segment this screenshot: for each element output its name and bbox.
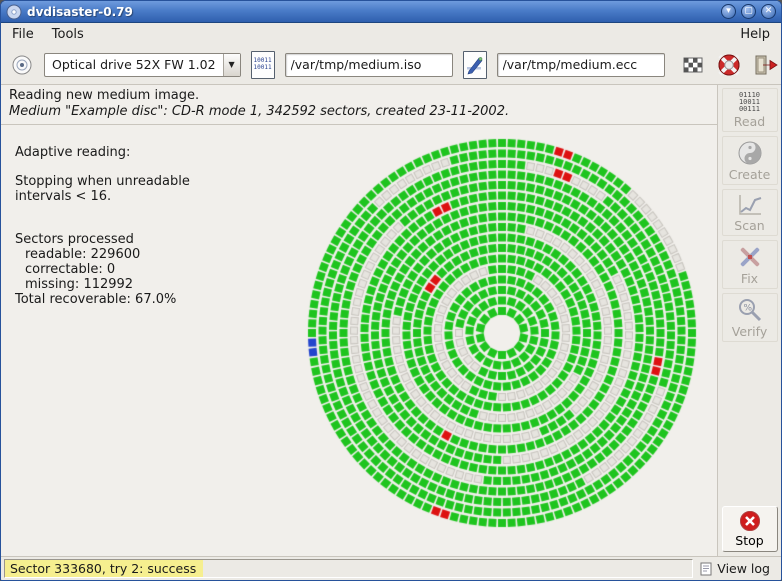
view-log-button[interactable]: View log: [696, 559, 778, 578]
read-button[interactable]: 01110 10011 00111 Read: [722, 88, 778, 132]
ecc-file-button[interactable]: [460, 50, 490, 80]
preferences-button[interactable]: [679, 50, 707, 80]
help-button[interactable]: [714, 50, 744, 80]
create-icon: [737, 140, 763, 166]
scan-icon: [737, 193, 763, 217]
verify-icon: %: [737, 297, 763, 323]
stopping-line-1: Stopping when unreadable: [15, 174, 190, 189]
stopping-line-2: intervals < 16.: [15, 189, 190, 204]
spacer: [15, 218, 190, 232]
correctable-label: correctable:: [25, 262, 103, 277]
drive-icon: [10, 53, 34, 77]
status-line-1: Reading new medium image.: [9, 88, 709, 103]
iso-icon-digits-2: 10011: [254, 65, 272, 71]
reading-area: Adaptive reading: Stopping when unreadab…: [1, 125, 717, 556]
app-window: dvdisaster-0.79 ▾ ▢ ✕ File Tools Help Op…: [0, 0, 782, 581]
correctable-value: 0: [107, 262, 115, 277]
ecc-file-icon: [463, 51, 487, 79]
missing-value: 112992: [83, 277, 133, 292]
lifebuoy-icon: [717, 53, 741, 77]
total-recoverable-row: Total recoverable: 67.0%: [15, 292, 190, 307]
quit-icon: [754, 53, 778, 77]
adaptive-reading-title: Adaptive reading:: [15, 145, 190, 160]
iso-file-icon: 10011 10011: [251, 51, 275, 79]
correctable-row: correctable: 0: [15, 262, 190, 277]
status-strip: Reading new medium image. Medium "Exampl…: [1, 85, 717, 125]
statusbar-message: Sector 333680, try 2: success: [5, 560, 203, 578]
view-log-label: View log: [717, 561, 770, 576]
close-button[interactable]: ✕: [761, 4, 776, 19]
fix-button-label: Fix: [741, 271, 758, 286]
app-icon: [6, 4, 22, 20]
toolbar: Optical drive 52X FW 1.02 ▼ 10011 10011: [1, 45, 781, 85]
stop-button[interactable]: Stop: [722, 506, 778, 552]
minimize-button[interactable]: ▾: [721, 4, 736, 19]
drive-combobox-value: Optical drive 52X FW 1.02: [45, 57, 223, 72]
readable-row: readable: 229600: [15, 247, 190, 262]
stop-button-label: Stop: [735, 533, 763, 548]
fix-icon: [737, 244, 763, 270]
quit-button[interactable]: [751, 50, 781, 80]
create-button-label: Create: [729, 167, 771, 182]
fix-button[interactable]: Fix: [722, 240, 778, 289]
total-recoverable-label: Total recoverable:: [15, 292, 131, 307]
maximize-button[interactable]: ▢: [741, 4, 756, 19]
readable-value: 229600: [91, 247, 141, 262]
drive-combobox[interactable]: Optical drive 52X FW 1.02 ▼: [44, 53, 241, 77]
create-button[interactable]: Create: [722, 136, 778, 185]
menu-file[interactable]: File: [3, 25, 43, 44]
read-button-label: Read: [734, 114, 765, 129]
stop-icon: [739, 510, 761, 532]
iso-path-input[interactable]: [285, 53, 453, 77]
chevron-down-icon[interactable]: ▼: [223, 54, 240, 76]
sectors-processed-title: Sectors processed: [15, 232, 190, 247]
menu-help[interactable]: Help: [731, 25, 779, 44]
window-title: dvdisaster-0.79: [27, 5, 716, 19]
left-column: Reading new medium image. Medium "Exampl…: [1, 85, 717, 556]
statusbar-message-cell: Sector 333680, try 2: success: [4, 559, 693, 578]
missing-row: missing: 112992: [15, 277, 190, 292]
total-recoverable-value: 67.0%: [135, 292, 176, 307]
preferences-icon: [682, 54, 704, 76]
readable-label: readable:: [25, 247, 86, 262]
read-icon: 01110 10011 00111: [739, 92, 760, 113]
log-icon: [700, 562, 713, 576]
statusbar: Sector 333680, try 2: success View log: [1, 556, 781, 580]
drive-select-button[interactable]: [7, 50, 37, 80]
iso-file-button[interactable]: 10011 10011: [248, 50, 278, 80]
body-row: Reading new medium image. Medium "Exampl…: [1, 85, 781, 556]
svg-text:%: %: [743, 304, 752, 314]
verify-button[interactable]: % Verify: [722, 293, 778, 342]
menu-tools[interactable]: Tools: [43, 25, 93, 44]
disc-sector-spiral: [284, 125, 717, 553]
status-line-2: Medium "Example disc": CD-R mode 1, 3425…: [9, 104, 709, 119]
scan-button-label: Scan: [734, 218, 764, 233]
missing-label: missing:: [25, 277, 79, 292]
spacer: [15, 204, 190, 218]
verify-button-label: Verify: [732, 324, 767, 339]
spacer: [15, 160, 190, 174]
titlebar: dvdisaster-0.79 ▾ ▢ ✕: [1, 1, 781, 23]
adaptive-reading-panel: Adaptive reading: Stopping when unreadab…: [15, 145, 190, 307]
sidebar: 01110 10011 00111 Read Create: [717, 85, 781, 556]
scan-button[interactable]: Scan: [722, 189, 778, 236]
ecc-path-input[interactable]: [497, 53, 665, 77]
menubar: File Tools Help: [1, 23, 781, 45]
